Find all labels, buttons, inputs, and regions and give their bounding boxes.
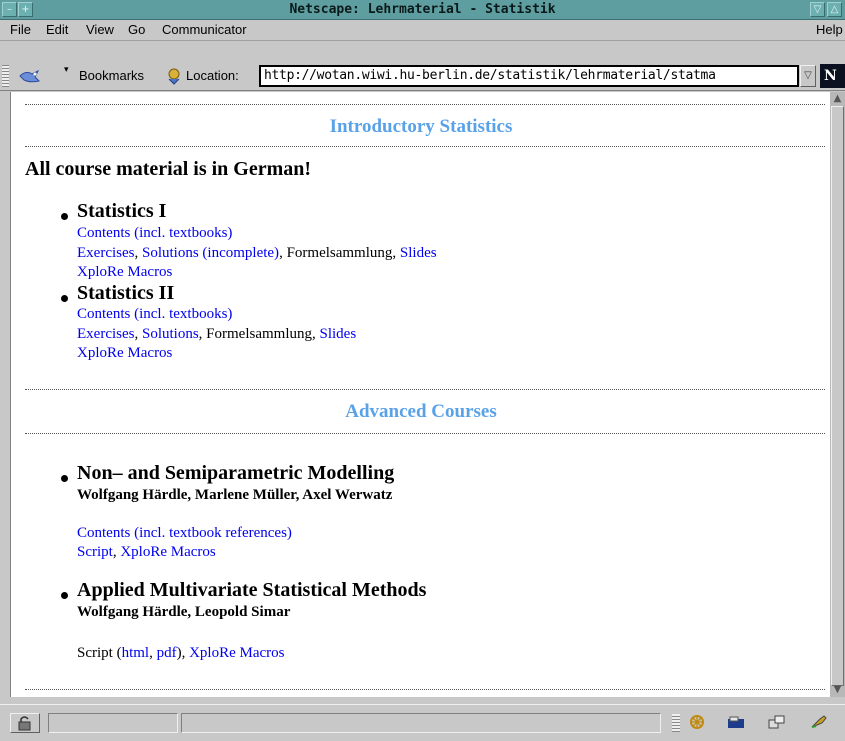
- menu-view[interactable]: View: [86, 20, 114, 40]
- scrollbar-thumb[interactable]: [831, 106, 844, 686]
- browser-window: – + Netscape: Lehrmaterial - Statistik ▽…: [0, 0, 845, 741]
- list-item: XploRe Macros: [77, 264, 172, 281]
- pdf-link[interactable]: pdf: [157, 645, 177, 661]
- contents-link[interactable]: Contents (incl. textbooks): [77, 225, 232, 241]
- window-title: Netscape: Lehrmaterial - Statistik: [289, 2, 556, 17]
- course-title-statistics-2: Statistics II: [77, 282, 175, 304]
- divider: [25, 389, 825, 390]
- separator: ,: [312, 326, 320, 342]
- mail-icon[interactable]: [727, 714, 745, 730]
- menu-go[interactable]: Go: [128, 20, 145, 40]
- location-icon[interactable]: [165, 67, 183, 85]
- list-item: Script (html, pdf), XploRe Macros: [77, 645, 285, 662]
- course-title-multivariate: Applied Multivariate Statistical Methods: [77, 579, 427, 601]
- security-lock-icon[interactable]: [10, 713, 40, 733]
- formelsammlung-text: Formelsammlung: [286, 245, 393, 261]
- menu-file[interactable]: File: [10, 20, 31, 40]
- minimize-button[interactable]: ▽: [810, 2, 825, 17]
- script-link[interactable]: Script: [77, 544, 113, 560]
- slides-link[interactable]: Slides: [320, 326, 357, 342]
- divider: [25, 433, 825, 434]
- title-bar[interactable]: – + Netscape: Lehrmaterial - Statistik ▽…: [0, 0, 845, 20]
- list-item: XploRe Macros: [77, 345, 172, 362]
- list-item: Exercises, Solutions, Formelsammlung, Sl…: [77, 326, 356, 343]
- composer-icon[interactable]: [810, 714, 828, 730]
- menu-communicator[interactable]: Communicator: [162, 20, 247, 40]
- separator: ,: [134, 245, 142, 261]
- separator: ,: [149, 645, 157, 661]
- location-label: Location:: [186, 68, 239, 83]
- xplore-macros-link[interactable]: XploRe Macros: [189, 645, 284, 661]
- netscape-logo[interactable]: N: [820, 64, 845, 88]
- menu-bar: File Edit View Go Communicator Help: [0, 20, 845, 41]
- slides-link[interactable]: Slides: [400, 245, 437, 261]
- solutions-link[interactable]: Solutions (incomplete): [142, 245, 279, 261]
- solutions-link[interactable]: Solutions: [142, 326, 199, 342]
- list-item: Exercises, Solutions (incomplete), Forme…: [77, 245, 437, 262]
- list-item: Script, XploRe Macros: [77, 544, 216, 561]
- status-field-message: [181, 713, 661, 733]
- maximize-button[interactable]: △: [827, 2, 842, 17]
- navigator-icon[interactable]: [688, 714, 706, 730]
- toolbar-grip[interactable]: [2, 65, 9, 87]
- language-notice: All course material is in German!: [25, 158, 312, 180]
- divider: [25, 146, 825, 147]
- course-authors: Wolfgang Härdle, Leopold Simar: [77, 604, 291, 620]
- divider: [25, 104, 825, 105]
- separator: ),: [176, 645, 190, 661]
- vertical-scrollbar[interactable]: ▲ ▼: [830, 92, 845, 697]
- course-title-nonparametric: Non– and Semiparametric Modelling: [77, 462, 395, 484]
- menu-edit[interactable]: Edit: [46, 20, 68, 40]
- location-toolbar: ▾ Bookmarks Location: http://wotan.wiwi.…: [0, 62, 845, 91]
- formelsammlung-text: Formelsammlung: [206, 326, 312, 342]
- bookmarks-dropdown-icon[interactable]: ▾: [64, 65, 69, 75]
- list-item: Contents (incl. textbooks): [77, 306, 232, 323]
- scroll-up-arrow-icon[interactable]: ▲: [830, 92, 845, 106]
- separator: ,: [134, 326, 142, 342]
- script-text: Script (: [77, 645, 122, 661]
- discussion-groups-icon[interactable]: [767, 714, 785, 730]
- list-item: Contents (incl. textbook references): [77, 525, 292, 542]
- page-content: Introductory Statistics All course mater…: [10, 92, 831, 697]
- bookmarks-button[interactable]: Bookmarks: [79, 62, 144, 90]
- url-dropdown-button[interactable]: ▽: [800, 65, 816, 87]
- contents-link[interactable]: Contents (incl. textbooks): [77, 306, 232, 322]
- xplore-macros-link[interactable]: XploRe Macros: [120, 544, 215, 560]
- component-bar-grip[interactable]: [672, 714, 680, 732]
- exercises-link[interactable]: Exercises: [77, 326, 134, 342]
- xplore-macros-link[interactable]: XploRe Macros: [77, 264, 172, 280]
- html-link[interactable]: html: [122, 645, 150, 661]
- contents-link[interactable]: Contents (incl. textbook references): [77, 525, 292, 541]
- intro-heading: Introductory Statistics: [329, 116, 513, 137]
- separator: ,: [279, 245, 287, 261]
- status-bar: [0, 704, 845, 741]
- scroll-down-arrow-icon[interactable]: ▼: [830, 683, 845, 697]
- course-authors: Wolfgang Härdle, Marlene Müller, Axel We…: [77, 487, 393, 503]
- list-item: Contents (incl. textbooks): [77, 225, 232, 242]
- list-bullet: [61, 295, 68, 302]
- location-input[interactable]: http://wotan.wiwi.hu-berlin.de/statistik…: [259, 65, 799, 87]
- toolbar-spacer: [0, 41, 845, 61]
- separator: ,: [392, 245, 400, 261]
- course-title-statistics-1: Statistics I: [77, 200, 167, 222]
- xplore-macros-link[interactable]: XploRe Macros: [77, 345, 172, 361]
- list-bullet: [61, 213, 68, 220]
- bookmarks-icon[interactable]: [18, 68, 40, 84]
- advanced-heading: Advanced Courses: [345, 401, 497, 422]
- divider: [25, 689, 825, 690]
- menu-help[interactable]: Help: [816, 20, 843, 40]
- list-bullet: [61, 475, 68, 482]
- exercises-link[interactable]: Exercises: [77, 245, 134, 261]
- list-bullet: [61, 592, 68, 599]
- status-field-progress: [48, 713, 178, 733]
